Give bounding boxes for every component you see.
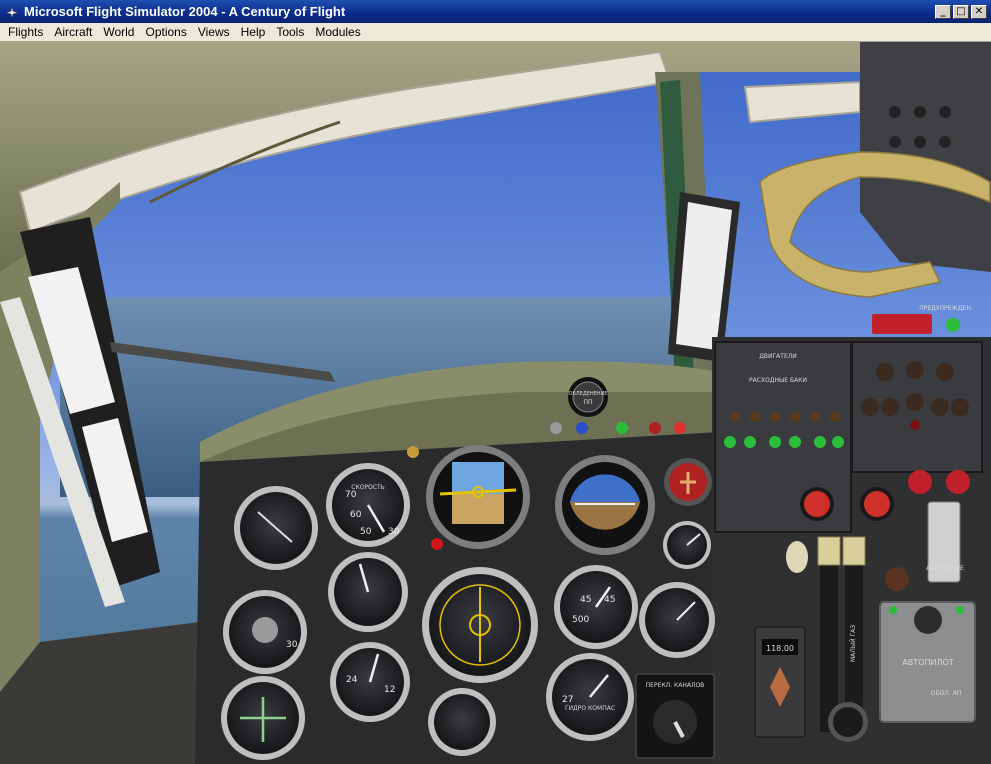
gauge-vario: 30 (223, 590, 307, 674)
maximize-button[interactable]: □ (953, 4, 969, 19)
fuel-panel-title: РАСХОДНЫЕ БАКИ (749, 377, 807, 384)
menu-aircraft[interactable]: Aircraft (48, 25, 97, 39)
gauge-clock (234, 486, 318, 570)
compass-label: ГИДРО КОМПАС (565, 705, 615, 712)
engine-label: ДВИГАТЕЛИ (759, 353, 797, 360)
autopilot-bottom-label: ОБОЛ. АП (931, 690, 962, 697)
gauge-red-indicator (664, 458, 712, 506)
svg-text:30: 30 (388, 527, 400, 537)
menu-tools[interactable]: Tools (270, 25, 309, 39)
svg-text:70: 70 (345, 490, 357, 500)
menu-help[interactable]: Help (235, 25, 271, 39)
gauge-attitude-main (426, 445, 530, 549)
autopilot-label: АВТОПИЛОТ (902, 658, 953, 667)
close-button[interactable]: ✕ (971, 4, 987, 19)
idle-gas-label: МАЛЫЙ ГАЗ (850, 625, 857, 662)
gauge-attitude-copilot (555, 455, 655, 555)
gauge-altimeter (328, 552, 408, 632)
svg-text:12: 12 (384, 685, 395, 695)
gauge-hsi (422, 567, 538, 683)
cockpit-scene: РАСХОДНЫЕ БАКИ ДВИГАТЕЛИ ПРЕДУПРЕЖДЕН. М… (0, 42, 991, 764)
gauge-small-vsi (663, 521, 711, 569)
window-title: Microsoft Flight Simulator 2004 - A Cent… (24, 4, 346, 19)
gauge-manifold (639, 582, 715, 658)
svg-text:60: 60 (350, 510, 362, 520)
menu-options[interactable]: Options (139, 25, 191, 39)
nav-frequency: 118.00 (766, 644, 794, 653)
gauge-airspeed: СКОРОСТЬ 7060 50 30 (326, 463, 410, 547)
warning-label: ПРЕДУПРЕЖДЕН. (919, 305, 973, 312)
svg-text:45: 45 (604, 595, 615, 605)
gauge-fuel-press: 24 12 (330, 642, 410, 722)
svg-text:500: 500 (572, 615, 589, 625)
icing-warning-sub: ПП (583, 399, 592, 406)
svg-text:50: 50 (360, 527, 372, 537)
emergency-label: АВАРИЙНОЕ (926, 565, 964, 572)
menu-bar: Flights Aircraft World Options Views Hel… (0, 23, 991, 42)
svg-text:45: 45 (580, 595, 591, 605)
gauge-compass: ГИДРО КОМПАС 27 (546, 653, 634, 741)
gauge-rpm: 45 45 500 (554, 565, 638, 649)
icing-warning-label: ОБЛЕДЕНЕНИЕ (569, 391, 608, 397)
app-icon[interactable] (4, 4, 20, 20)
channel-selector: ПЕРЕКЛ. КАНАЛОВ (635, 673, 715, 759)
svg-text:30: 30 (286, 640, 298, 650)
menu-world[interactable]: World (97, 25, 139, 39)
gauge-small-lower (428, 688, 496, 756)
minimize-button[interactable]: _ (935, 4, 951, 19)
svg-text:27: 27 (562, 695, 573, 705)
channel-selector-label: ПЕРЕКЛ. КАНАЛОВ (646, 682, 705, 689)
menu-views[interactable]: Views (192, 25, 235, 39)
gauge-turn-indicator (221, 676, 305, 760)
title-bar[interactable]: Microsoft Flight Simulator 2004 - A Cent… (0, 0, 991, 23)
cockpit-view[interactable]: РАСХОДНЫЕ БАКИ ДВИГАТЕЛИ ПРЕДУПРЕЖДЕН. М… (0, 42, 991, 764)
svg-text:24: 24 (346, 675, 358, 685)
menu-modules[interactable]: Modules (309, 25, 365, 39)
menu-flights[interactable]: Flights (0, 25, 48, 39)
